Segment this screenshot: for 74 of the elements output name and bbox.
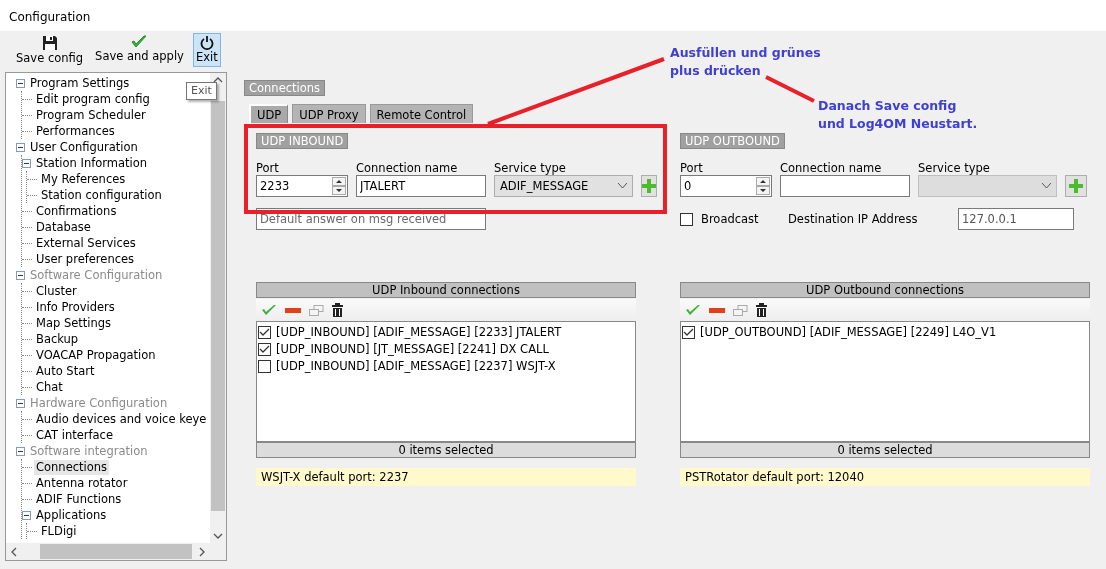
toolbar-button[interactable]: Save and apply bbox=[92, 33, 187, 67]
annotation-text: plus drücken bbox=[670, 62, 762, 80]
collapse-icon[interactable] bbox=[16, 142, 25, 152]
ip-address-field[interactable]: 127.0.0.1 bbox=[958, 208, 1074, 231]
tree-item[interactable]: Performances bbox=[34, 123, 117, 139]
toolbar-button[interactable]: Exit bbox=[192, 33, 221, 67]
tree-item[interactable]: Confirmations bbox=[34, 203, 119, 219]
horizontal-scrollbar[interactable] bbox=[6, 543, 226, 560]
group-title: UDP INBOUND bbox=[256, 133, 349, 150]
vertical-scrollbar[interactable] bbox=[210, 73, 226, 543]
tree-item[interactable]: Station configuration bbox=[39, 187, 164, 203]
checkbox[interactable] bbox=[682, 326, 695, 340]
chevron-down-icon bbox=[618, 183, 627, 190]
checkmark-icon[interactable] bbox=[685, 304, 701, 317]
trash-icon[interactable] bbox=[756, 303, 767, 318]
checkbox[interactable] bbox=[258, 343, 271, 357]
checkmark-icon[interactable] bbox=[261, 304, 277, 317]
checkbox-label: Broadcast bbox=[701, 210, 759, 228]
minus-icon[interactable] bbox=[285, 307, 301, 313]
service-type-dropdown[interactable]: ADIF_MESSAGE bbox=[494, 175, 633, 198]
status-text: 0 items selected bbox=[680, 442, 1090, 459]
info-note: WSJT-X default port: 2237 bbox=[256, 468, 636, 487]
field-label: Port bbox=[680, 160, 704, 176]
collapse-icon[interactable] bbox=[16, 78, 25, 88]
spinner-arrows-icon[interactable] bbox=[756, 177, 770, 196]
connection-name-field[interactable]: JTALERT bbox=[356, 175, 486, 198]
chevron-down-icon bbox=[1042, 183, 1051, 190]
list-item[interactable]: [UDP_INBOUND] [ADIF_MESSAGE] [2233] JTALERT bbox=[276, 324, 562, 342]
window-title: Configuration bbox=[9, 10, 91, 24]
checkmark-icon bbox=[131, 35, 148, 49]
tree-item[interactable]: Program Settings bbox=[28, 75, 132, 91]
collapse-icon[interactable] bbox=[22, 158, 31, 168]
tree-item[interactable]: Edit program config bbox=[34, 91, 152, 107]
plus-icon bbox=[642, 179, 656, 194]
tab[interactable]: UDP bbox=[249, 104, 289, 124]
tree-item[interactable]: Station Information bbox=[34, 155, 150, 171]
field-label: Connection name bbox=[356, 160, 459, 176]
tree-item[interactable]: Database bbox=[34, 219, 93, 235]
field-label: Destination IP Address bbox=[788, 210, 919, 228]
toolbar-button[interactable]: Save config bbox=[13, 33, 87, 67]
annotation-line bbox=[765, 75, 815, 103]
list-item[interactable]: [UDP_INBOUND] [JT_MESSAGE] [2241] DX CALL bbox=[276, 341, 549, 359]
tab[interactable]: Remote Control bbox=[369, 104, 474, 124]
checkbox[interactable] bbox=[258, 360, 271, 374]
minus-icon[interactable] bbox=[709, 307, 725, 313]
trash-icon[interactable] bbox=[332, 303, 343, 318]
tree-item[interactable]: My References bbox=[39, 171, 128, 187]
field-label: Connection name bbox=[780, 160, 883, 176]
checkbox[interactable] bbox=[258, 326, 271, 340]
group-title: UDP OUTBOUND bbox=[680, 133, 785, 150]
tooltip: Exit bbox=[186, 82, 217, 100]
list-item[interactable]: [UDP_OUTBOUND] [ADIF_MESSAGE] [2249] L4O_V1 bbox=[700, 324, 997, 342]
info-note: PSTRotator default port: 12040 bbox=[680, 468, 1090, 487]
field-label: Service type bbox=[494, 160, 567, 176]
annotation-text: und Log4OM Neustart. bbox=[818, 115, 978, 133]
power-icon bbox=[199, 35, 214, 50]
status-text: 0 items selected bbox=[256, 442, 636, 459]
field-label: Service type bbox=[918, 160, 991, 176]
checkbox[interactable] bbox=[680, 212, 693, 226]
field-label: Port bbox=[256, 160, 280, 176]
annotation-text: Ausfüllen und grünes bbox=[670, 44, 821, 62]
connection-name-field[interactable] bbox=[780, 175, 910, 198]
annotation-text: Danach Save config bbox=[818, 97, 958, 115]
list-header: UDP Outbound connections bbox=[680, 282, 1090, 299]
plus-icon bbox=[1069, 179, 1083, 194]
tab[interactable]: UDP Proxy bbox=[292, 104, 366, 124]
tree-item[interactable]: Program Scheduler bbox=[34, 107, 148, 123]
section-title: Connections bbox=[244, 80, 326, 96]
tree-item[interactable]: User preferences bbox=[34, 251, 137, 267]
tree-item[interactable]: User Configuration bbox=[28, 139, 140, 155]
tree-item[interactable]: External Services bbox=[34, 235, 138, 251]
list-item[interactable]: [UDP_INBOUND] [ADIF_MESSAGE] [2237] WSJT-X bbox=[276, 358, 556, 376]
list-header: UDP Inbound connections bbox=[256, 282, 636, 299]
spinner-arrows-icon[interactable] bbox=[332, 177, 346, 196]
